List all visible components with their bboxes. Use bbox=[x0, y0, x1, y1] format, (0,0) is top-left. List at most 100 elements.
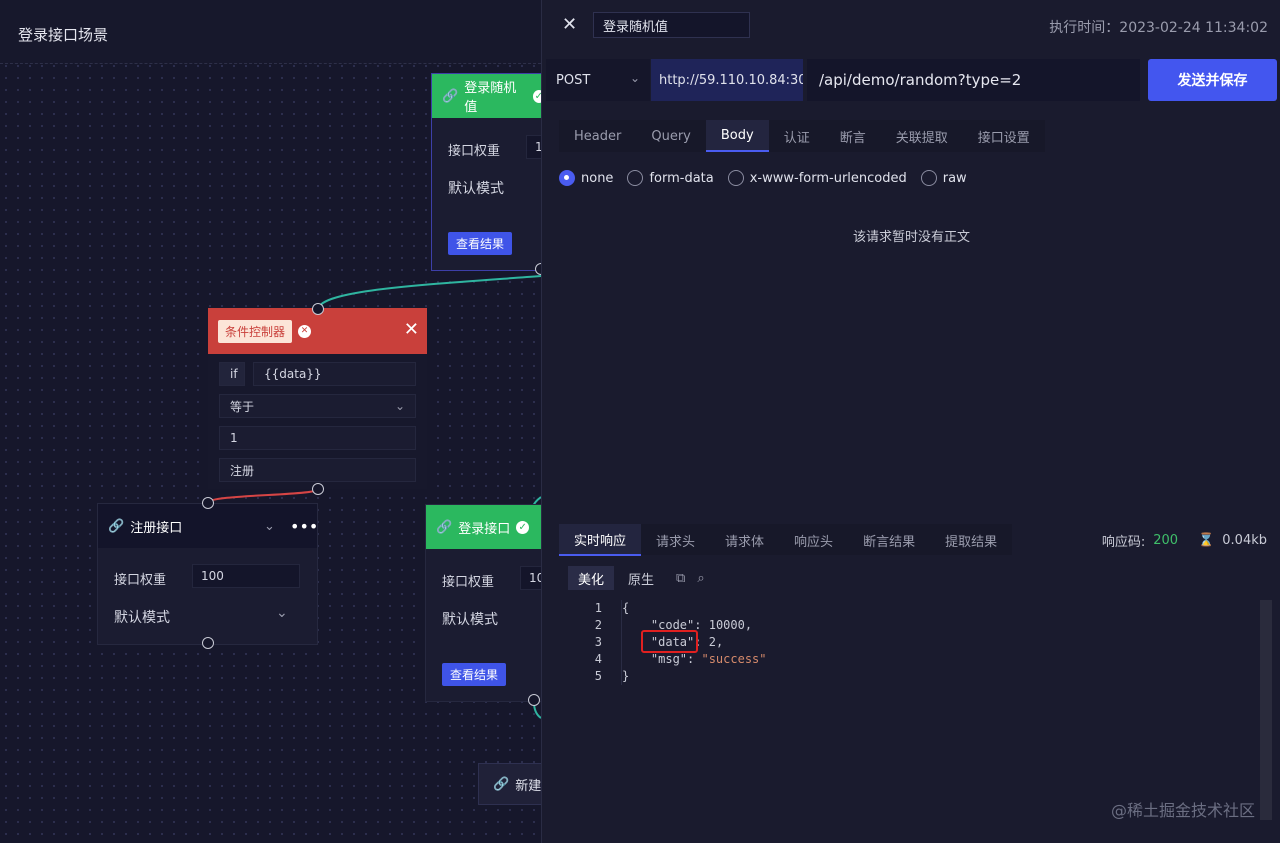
radio-label: x-www-form-urlencoded bbox=[749, 170, 907, 186]
mode-select[interactable]: 默认模式 bbox=[114, 607, 170, 627]
radio-none[interactable]: none bbox=[559, 170, 613, 186]
chevron-down-icon: ⌄ bbox=[394, 399, 405, 413]
node-register[interactable]: 🔗 注册接口 ⌄ ••• 接口权重 100 默认模式 ⌄ bbox=[97, 503, 318, 645]
line-number: 2 bbox=[594, 618, 602, 632]
method-select[interactable]: POST ⌄ bbox=[546, 59, 650, 101]
close-circle-icon[interactable]: ✕ bbox=[298, 324, 312, 338]
node-title: 登录接口 bbox=[458, 521, 511, 537]
tab-extract[interactable]: 关联提取 bbox=[881, 120, 963, 152]
port-register-out[interactable] bbox=[202, 637, 214, 649]
exec-time: 执行时间：2023-02-24 11:34:02 bbox=[1049, 20, 1268, 36]
weight-input[interactable]: 100 bbox=[526, 135, 541, 159]
port-login-out[interactable] bbox=[528, 694, 540, 706]
if-label: if bbox=[219, 362, 245, 386]
tab-live-response[interactable]: 实时响应 bbox=[559, 524, 642, 556]
view-result-button[interactable]: 查看结果 bbox=[442, 663, 506, 686]
empty-body-message: 该请求暂时没有正文 bbox=[852, 230, 970, 245]
tab-auth[interactable]: 认证 bbox=[769, 120, 825, 152]
response-code-label: 响应码: bbox=[1101, 535, 1146, 550]
search-icon[interactable]: ⌕ bbox=[697, 571, 704, 586]
host-input[interactable]: http://59.110.10.84:300 bbox=[651, 59, 803, 101]
node-title: 登录随机值 bbox=[464, 81, 517, 115]
view-mode-tabs: 美化 原生 ⧉ ⌕ bbox=[568, 566, 705, 590]
code-line: } bbox=[622, 668, 767, 685]
check-circle-icon: ✓ bbox=[516, 520, 530, 534]
operator-value: 等于 bbox=[230, 399, 255, 414]
more-icon[interactable]: ••• bbox=[290, 517, 318, 536]
json-value: "success" bbox=[701, 652, 767, 666]
node-login-random[interactable]: 🔗 登录随机值 ✓ 接口权重 100 默认模式 查看结果 bbox=[431, 73, 541, 271]
mode-select[interactable]: 默认模式 bbox=[442, 609, 498, 629]
close-icon[interactable]: ✕ bbox=[562, 14, 577, 35]
condition-value-input[interactable]: 1 bbox=[219, 426, 416, 450]
response-size: 0.04kb bbox=[1222, 533, 1267, 548]
chevron-down-icon[interactable]: ⌄ bbox=[264, 519, 275, 534]
method-value: POST bbox=[556, 72, 591, 88]
path-input[interactable]: /api/demo/random?type=2 bbox=[807, 59, 1140, 101]
mode-select[interactable]: 默认模式 bbox=[448, 178, 504, 198]
tab-extract-results[interactable]: 提取结果 bbox=[930, 524, 1012, 556]
radio-form-data[interactable]: form-data bbox=[627, 170, 714, 186]
line-gutter: 1 2 3 4 5 bbox=[572, 600, 602, 685]
response-tabs: 实时响应 请求头 请求体 响应头 断言结果 提取结果 bbox=[559, 524, 1013, 556]
operator-select[interactable]: 等于 ⌄ bbox=[219, 394, 416, 418]
chevron-down-icon: ⌄ bbox=[276, 605, 288, 621]
link-icon: 🔗 bbox=[108, 518, 125, 534]
code-line: { bbox=[622, 600, 767, 617]
chevron-down-icon: ⌄ bbox=[629, 71, 640, 85]
url-bar: POST ⌄ http://59.110.10.84:300 /api/demo… bbox=[546, 59, 1280, 101]
radio-label: form-data bbox=[649, 170, 714, 186]
new-node-label: 新建接 bbox=[515, 778, 541, 794]
weight-label: 接口权重 bbox=[448, 144, 501, 159]
close-icon[interactable]: ✕ bbox=[404, 319, 419, 340]
condition-target-input[interactable]: 注册 bbox=[219, 458, 416, 482]
tab-assert[interactable]: 断言 bbox=[825, 120, 881, 152]
line-number: 4 bbox=[594, 652, 602, 666]
radio-label: raw bbox=[942, 170, 967, 186]
highlight-annotation bbox=[641, 630, 698, 653]
link-icon: 🔗 bbox=[436, 519, 453, 535]
link-icon: 🔗 bbox=[493, 776, 510, 792]
tab-settings[interactable]: 接口设置 bbox=[963, 120, 1045, 152]
hourglass-icon: ⌛ bbox=[1198, 533, 1215, 548]
tab-query[interactable]: Query bbox=[636, 120, 706, 152]
port-condition-in[interactable] bbox=[312, 303, 324, 315]
view-raw[interactable]: 原生 bbox=[618, 566, 664, 590]
weight-label: 接口权重 bbox=[442, 575, 495, 590]
json-value: 2, bbox=[708, 635, 724, 649]
editor-scrollbar[interactable] bbox=[1260, 600, 1272, 820]
radio-dot bbox=[559, 170, 575, 186]
flow-canvas[interactable]: 登录接口场景 🔗 登录随机值 ✓ 接口权重 100 默认模式 查看结果 条件控制… bbox=[0, 0, 541, 843]
send-and-save-button[interactable]: 发送并保存 bbox=[1148, 59, 1277, 101]
node-login[interactable]: 🔗 登录接口 ✓ 接口权重 100 默认模式 查看结果 bbox=[425, 504, 541, 702]
radio-dot bbox=[727, 170, 744, 186]
tab-response-headers[interactable]: 响应头 bbox=[779, 524, 848, 556]
line-number: 1 bbox=[594, 601, 602, 615]
api-name-input[interactable]: 登录随机值 bbox=[593, 12, 750, 38]
view-result-button[interactable]: 查看结果 bbox=[448, 232, 512, 255]
connection-random-to-condition bbox=[317, 275, 541, 311]
brace: { bbox=[622, 601, 630, 615]
radio-urlencoded[interactable]: x-www-form-urlencoded bbox=[727, 170, 907, 186]
node-header[interactable]: 🔗 注册接口 ⌄ ••• bbox=[98, 504, 318, 548]
weight-input[interactable]: 100 bbox=[192, 564, 300, 588]
tab-request-headers[interactable]: 请求头 bbox=[641, 524, 710, 556]
tab-body[interactable]: Body bbox=[705, 120, 769, 152]
node-header[interactable]: 🔗 登录随机值 ✓ bbox=[432, 74, 541, 118]
port-condition-out[interactable] bbox=[312, 483, 324, 495]
condition-expr-input[interactable]: {{data}} bbox=[253, 362, 416, 386]
tab-assert-results[interactable]: 断言结果 bbox=[848, 524, 930, 556]
port-register-in[interactable] bbox=[202, 497, 214, 509]
link-icon: 🔗 bbox=[442, 88, 459, 104]
view-pretty[interactable]: 美化 bbox=[568, 566, 615, 590]
new-node-button[interactable]: 🔗 新建接 bbox=[478, 763, 541, 805]
radio-raw[interactable]: raw bbox=[920, 170, 967, 186]
radio-dot bbox=[920, 170, 937, 186]
tab-header[interactable]: Header bbox=[559, 120, 636, 152]
weight-input[interactable]: 100 bbox=[520, 566, 541, 590]
copy-icon[interactable]: ⧉ bbox=[676, 571, 685, 586]
node-header[interactable]: 🔗 登录接口 ✓ bbox=[426, 505, 541, 549]
connection-condition-to-register bbox=[207, 488, 319, 504]
json-value: 10000, bbox=[708, 618, 753, 632]
tab-request-body[interactable]: 请求体 bbox=[710, 524, 779, 556]
